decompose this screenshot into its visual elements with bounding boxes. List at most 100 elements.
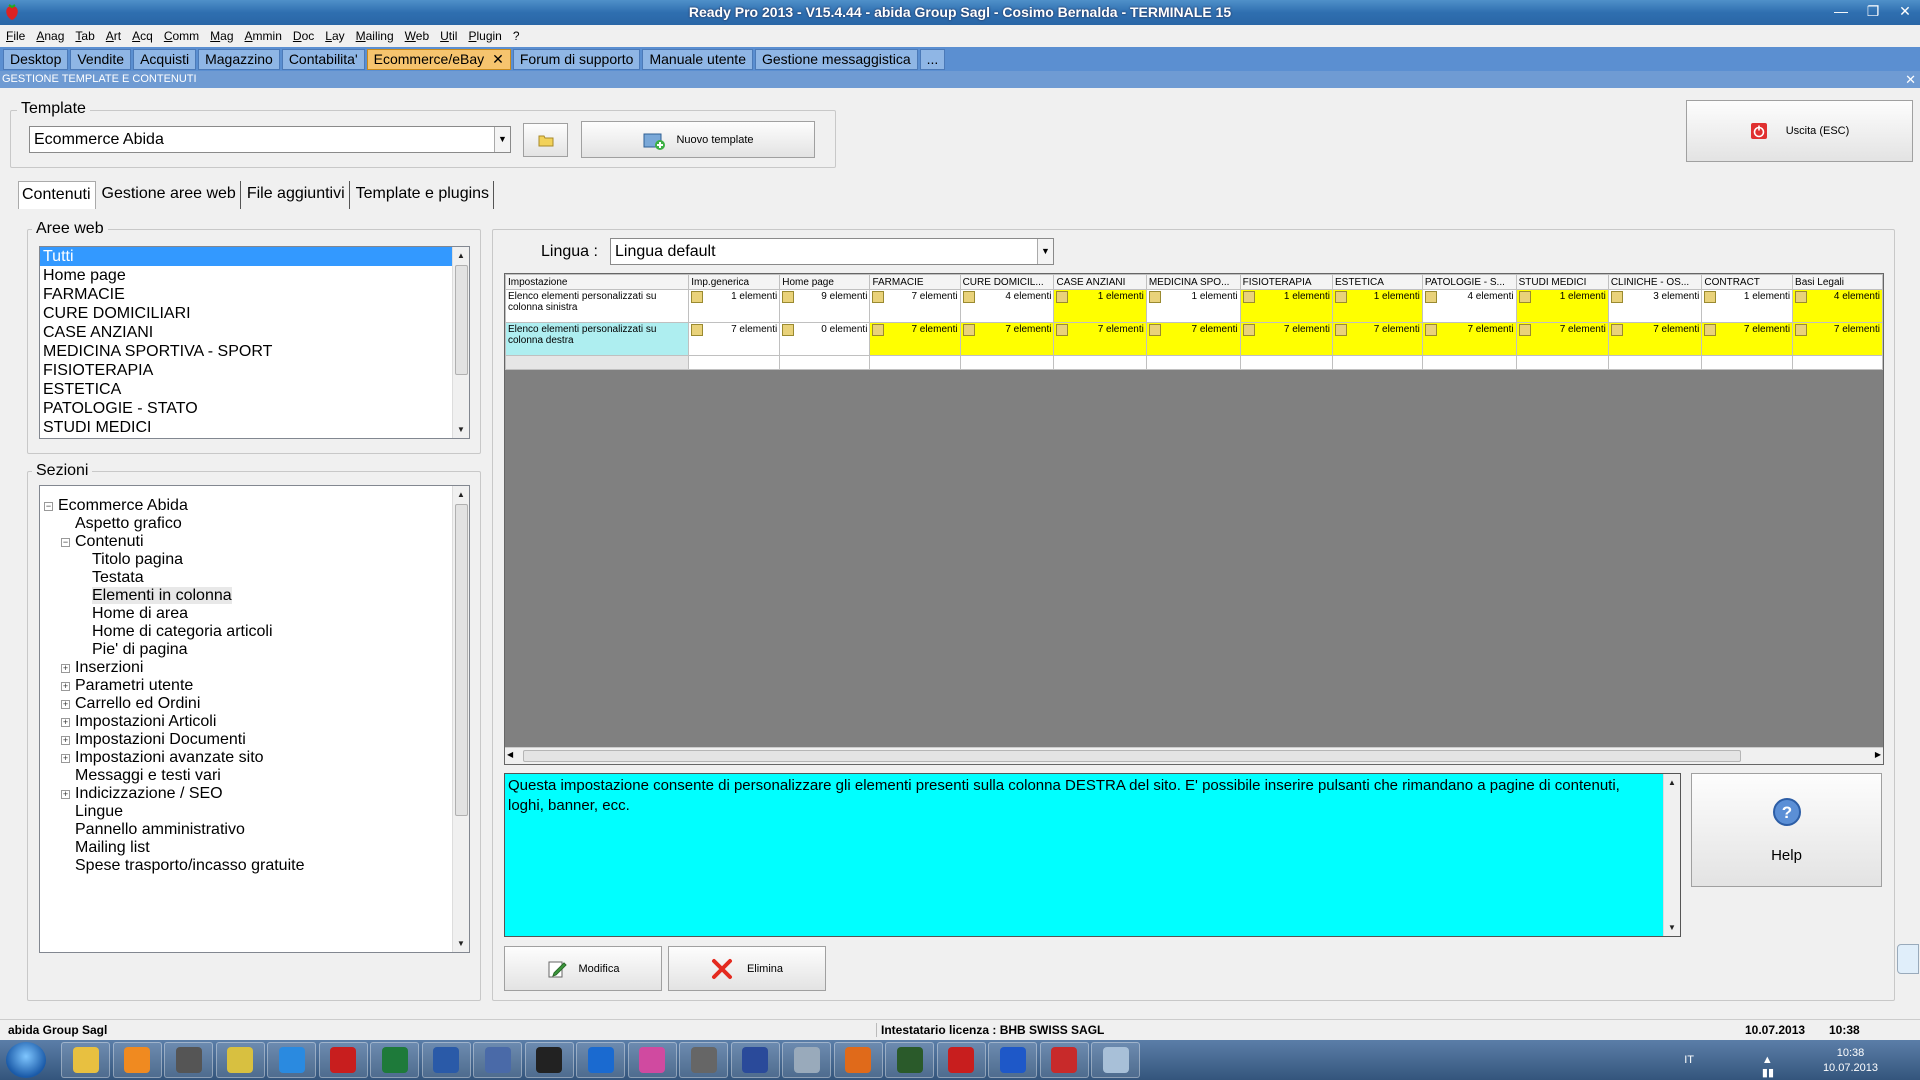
taskbar-acrobat-icon[interactable] xyxy=(936,1042,986,1078)
tray-icons[interactable]: ▲ ▮▮ ♪ ☀ xyxy=(1762,1054,1774,1080)
chevron-down-icon[interactable]: ▼ xyxy=(1037,239,1053,264)
grid-cell[interactable]: 7 elementi xyxy=(869,289,961,323)
tab-desktop[interactable]: Desktop xyxy=(3,48,69,70)
subtab-gestione-aree-web[interactable]: Gestione aree web xyxy=(99,181,241,209)
chevron-down-icon[interactable]: ▼ xyxy=(494,127,510,152)
edit-cell-icon[interactable] xyxy=(691,291,704,303)
tab-contabilita[interactable]: Contabilita' xyxy=(281,48,365,70)
close-window-button[interactable]: ✕ xyxy=(1890,0,1920,22)
taskbar-firefox-icon[interactable] xyxy=(833,1042,883,1078)
tab-more[interactable]: ... xyxy=(919,48,946,70)
grid-cell[interactable]: 4 elementi xyxy=(1421,289,1517,323)
tree-node[interactable]: + Carrello ed Ordini xyxy=(61,694,200,714)
scroll-left-icon[interactable]: ◀ xyxy=(507,750,513,759)
grid-cell[interactable] xyxy=(1792,355,1883,370)
edit-cell-icon[interactable] xyxy=(1424,291,1437,303)
tab-manuale[interactable]: Manuale utente xyxy=(642,48,753,70)
edit-cell-icon[interactable] xyxy=(782,291,795,303)
exit-button[interactable]: Uscita (ESC) xyxy=(1686,100,1913,162)
edit-cell-icon[interactable] xyxy=(962,324,975,336)
list-item[interactable]: CASE ANZIANI xyxy=(40,323,469,342)
grid-cell[interactable] xyxy=(1515,355,1609,370)
scroll-up-icon[interactable]: ▲ xyxy=(453,247,469,264)
tree-node[interactable]: − Contenuti xyxy=(61,532,144,552)
subtab-contenuti[interactable]: Contenuti xyxy=(18,181,96,209)
grid-cell[interactable]: 7 elementi xyxy=(1515,322,1609,356)
tab-magazzino[interactable]: Magazzino xyxy=(198,48,280,70)
column-header[interactable]: CURE DOMICIL... xyxy=(959,274,1055,290)
grid-cell[interactable]: 7 elementi xyxy=(959,322,1055,356)
menu-comm[interactable]: Comm xyxy=(164,29,199,43)
column-header[interactable]: FISIOTERAPIA xyxy=(1239,274,1334,290)
expand-icon[interactable]: + xyxy=(61,664,70,673)
taskbar-filezilla-icon[interactable] xyxy=(318,1042,368,1078)
list-item[interactable]: Home page xyxy=(40,266,469,285)
column-header[interactable]: Home page xyxy=(779,274,871,290)
menu-mailing[interactable]: Mailing xyxy=(356,29,394,43)
grid-cell[interactable]: 1 elementi xyxy=(688,289,781,323)
edit-cell-icon[interactable] xyxy=(1242,324,1255,336)
taskbar-gimp-icon[interactable] xyxy=(679,1042,728,1078)
tree-node[interactable]: + Impostazioni Documenti xyxy=(61,730,246,750)
tree-node[interactable]: Titolo pagina xyxy=(92,550,183,570)
tree-node[interactable]: Pannello amministrativo xyxy=(75,820,245,840)
grid-cell[interactable] xyxy=(1053,355,1147,370)
help-button[interactable]: ? Help xyxy=(1691,773,1882,887)
edit-cell-icon[interactable] xyxy=(1610,324,1623,336)
tree-node[interactable]: + Inserzioni xyxy=(61,658,143,678)
collapse-icon[interactable]: − xyxy=(61,538,70,547)
grid-cell[interactable]: 3 elementi xyxy=(1607,289,1703,323)
taskbar-picasa-icon[interactable] xyxy=(627,1042,677,1078)
grid-cell[interactable]: 1 elementi xyxy=(1145,289,1241,323)
scroll-thumb[interactable] xyxy=(523,750,1741,762)
restore-button[interactable]: ❐ xyxy=(1858,0,1888,22)
row-label[interactable]: Elenco elementi personalizzati su colonn… xyxy=(505,289,690,323)
list-item[interactable]: Tutti xyxy=(40,247,469,266)
grid-cell[interactable]: 0 elementi xyxy=(779,322,871,356)
taskbar-cube-icon[interactable] xyxy=(782,1042,831,1078)
grid-cell[interactable] xyxy=(1607,355,1703,370)
column-header[interactable]: Impostazione xyxy=(505,274,690,290)
grid-cell[interactable]: 9 elementi xyxy=(779,289,871,323)
list-item[interactable]: MEDICINA SPORTIVA - SPORT xyxy=(40,342,469,361)
tree-node[interactable]: Messaggi e testi vari xyxy=(75,766,221,786)
list-item[interactable]: PATOLOGIE - STATO xyxy=(40,399,469,418)
tab-ecommerce-ebay[interactable]: Ecommerce/eBay ✕ xyxy=(366,48,511,70)
tree-node[interactable]: Lingue xyxy=(75,802,123,822)
close-tab-icon[interactable]: ✕ xyxy=(492,51,504,68)
tree-node[interactable]: Pie' di pagina xyxy=(92,640,188,660)
column-header[interactable]: PATOLOGIE - S... xyxy=(1421,274,1517,290)
grid-cell[interactable]: 7 elementi xyxy=(1607,322,1703,356)
sezioni-scrollbar[interactable]: ▲ ▼ xyxy=(452,486,469,952)
grid-horizontal-scrollbar[interactable]: ◀ ▶ xyxy=(505,747,1883,764)
edit-cell-icon[interactable] xyxy=(1704,291,1717,303)
taskbar-chrome-icon[interactable] xyxy=(267,1042,316,1078)
modify-button[interactable]: Modifica xyxy=(504,946,662,991)
tree-node[interactable]: + Impostazioni Articoli xyxy=(61,712,216,732)
column-header[interactable]: Basi Legali xyxy=(1792,274,1883,290)
list-item[interactable]: STUDI MEDICI xyxy=(40,418,469,437)
tree-node[interactable]: Elementi in colonna xyxy=(92,586,232,606)
menu-art[interactable]: Art xyxy=(106,29,121,43)
tree-node[interactable]: Spese trasporto/incasso gratuite xyxy=(75,856,304,876)
grid-cell[interactable]: 1 elementi xyxy=(1239,289,1334,323)
edit-cell-icon[interactable] xyxy=(1335,324,1347,336)
expand-icon[interactable]: + xyxy=(61,700,70,709)
column-header[interactable]: MEDICINA SPO... xyxy=(1145,274,1241,290)
edit-cell-icon[interactable] xyxy=(782,324,795,336)
grid-cell[interactable] xyxy=(779,355,871,370)
grid-cell[interactable] xyxy=(688,355,781,370)
menu-doc[interactable]: Doc xyxy=(293,29,314,43)
list-item[interactable]: ESTETICA xyxy=(40,380,469,399)
scroll-up-icon[interactable]: ▲ xyxy=(1664,774,1680,791)
list-item[interactable]: FARMACIE xyxy=(40,285,469,304)
scroll-down-icon[interactable]: ▼ xyxy=(453,935,469,952)
minimize-button[interactable]: — xyxy=(1826,0,1856,22)
tree-node[interactable]: + Indicizzazione / SEO xyxy=(61,784,223,804)
collapse-icon[interactable]: − xyxy=(44,502,53,511)
edit-cell-icon[interactable] xyxy=(1056,324,1069,336)
edit-cell-icon[interactable] xyxy=(872,291,885,303)
row-label[interactable]: Elenco elementi personalizzati su colonn… xyxy=(505,322,690,356)
description-scrollbar[interactable]: ▲ ▼ xyxy=(1663,774,1680,936)
expand-icon[interactable]: + xyxy=(61,754,70,763)
